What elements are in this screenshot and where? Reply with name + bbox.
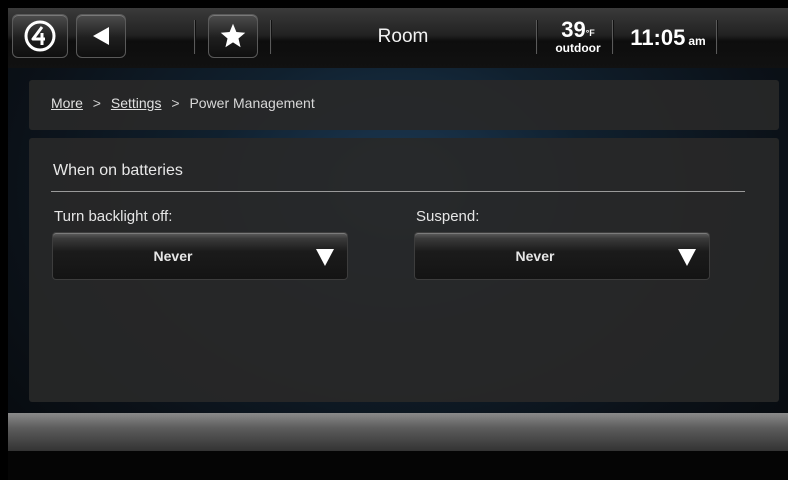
bottom-strip bbox=[8, 451, 788, 480]
breadcrumb-more[interactable]: More bbox=[51, 95, 83, 111]
clock-ampm: am bbox=[688, 34, 706, 48]
section-divider bbox=[51, 191, 745, 192]
breadcrumb-current: Power Management bbox=[189, 95, 315, 111]
home-button[interactable] bbox=[12, 14, 68, 58]
breadcrumb-settings[interactable]: Settings bbox=[111, 95, 162, 111]
power-management-panel: When on batteries Turn backlight off: Ne… bbox=[29, 138, 779, 402]
suspend-value: Never bbox=[515, 248, 555, 264]
temperature-unit: °F bbox=[585, 28, 595, 38]
breadcrumb: More > Settings > Power Management bbox=[29, 80, 779, 130]
top-bar: Room 39°F outdoor 11:05 am bbox=[8, 8, 788, 68]
clock: 11:05 am bbox=[620, 25, 716, 51]
breadcrumb-separator: > bbox=[92, 95, 101, 111]
chevron-down-icon bbox=[678, 249, 696, 266]
suspend-dropdown[interactable]: Never bbox=[414, 232, 710, 280]
clock-time: 11:05 bbox=[630, 25, 686, 50]
suspend-label: Suspend: bbox=[416, 208, 480, 225]
divider bbox=[270, 20, 271, 54]
back-button[interactable] bbox=[76, 14, 126, 58]
divider bbox=[612, 20, 613, 54]
home-logo-icon bbox=[24, 20, 56, 52]
backlight-value: Never bbox=[153, 248, 193, 264]
breadcrumb-separator: > bbox=[171, 95, 180, 111]
temperature-label: outdoor bbox=[555, 41, 601, 55]
chevron-down-icon bbox=[316, 249, 334, 266]
bottom-bar bbox=[8, 413, 788, 451]
room-title[interactable]: Room bbox=[348, 26, 458, 48]
backlight-dropdown[interactable]: Never bbox=[52, 232, 348, 280]
outdoor-temperature: 39°F outdoor bbox=[546, 17, 610, 55]
divider bbox=[716, 20, 717, 54]
temperature-value: 39 bbox=[561, 17, 586, 42]
screen: Room 39°F outdoor 11:05 am More > Setting… bbox=[8, 8, 788, 480]
star-icon bbox=[220, 23, 246, 48]
favorites-button[interactable] bbox=[208, 14, 258, 58]
divider bbox=[536, 20, 537, 54]
back-arrow-icon bbox=[93, 27, 109, 45]
section-title: When on batteries bbox=[53, 162, 183, 179]
backlight-label: Turn backlight off: bbox=[54, 208, 173, 225]
divider bbox=[194, 20, 195, 54]
